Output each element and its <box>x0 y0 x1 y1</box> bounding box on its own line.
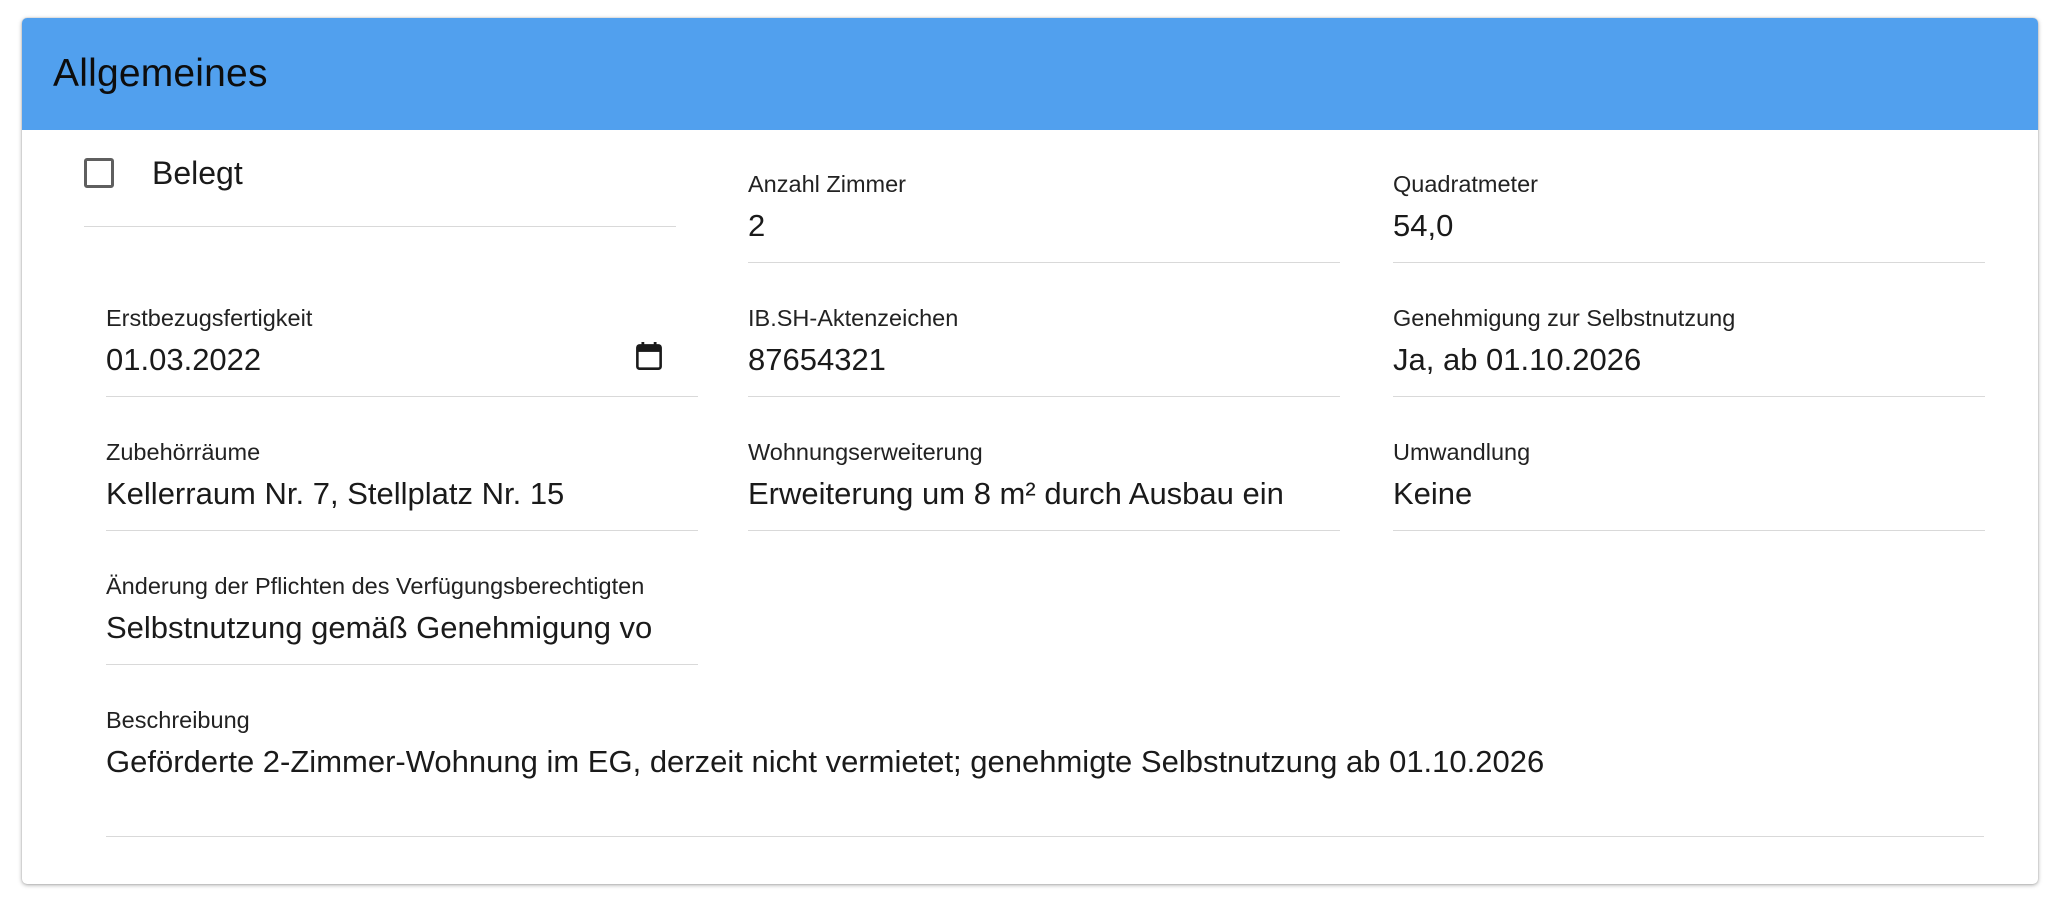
beschreibung-field: Beschreibung <box>106 706 1984 837</box>
quadratmeter-label: Quadratmeter <box>1393 171 1538 197</box>
belegt-label: Belegt <box>152 155 243 191</box>
zubehoerraeume-input[interactable] <box>106 472 666 516</box>
erstbezugsfertigkeit-field: Erstbezugsfertigkeit <box>106 304 698 397</box>
umwandlung-input[interactable] <box>1393 472 1953 516</box>
genehmigung-label: Genehmigung zur Selbstnutzung <box>1393 305 1736 331</box>
erstbezugsfertigkeit-label: Erstbezugsfertigkeit <box>106 305 313 331</box>
wohnungserweiterung-input[interactable] <box>748 472 1308 516</box>
umwandlung-field: Umwandlung <box>1393 438 1985 531</box>
erstbezugsfertigkeit-input[interactable] <box>106 338 586 382</box>
aenderung-pflichten-input[interactable] <box>106 606 666 650</box>
beschreibung-input[interactable] <box>106 740 1966 784</box>
aenderung-pflichten-field: Änderung der Pflichten des Verfügungsber… <box>106 572 698 665</box>
card-header: Allgemeines <box>22 18 2038 130</box>
anzahl-zimmer-field: Anzahl Zimmer <box>748 170 1340 263</box>
aktenzeichen-label: IB.SH-Aktenzeichen <box>748 305 959 331</box>
beschreibung-label: Beschreibung <box>106 707 250 733</box>
aktenzeichen-input[interactable] <box>748 338 1308 382</box>
wohnungserweiterung-label: Wohnungserweiterung <box>748 439 983 465</box>
aenderung-pflichten-label: Änderung der Pflichten des Verfügungsber… <box>106 573 645 599</box>
quadratmeter-input[interactable] <box>1393 204 1953 248</box>
zubehoerraeume-label: Zubehörräume <box>106 439 261 465</box>
anzahl-zimmer-label: Anzahl Zimmer <box>748 171 907 197</box>
quadratmeter-field: Quadratmeter <box>1393 170 1985 263</box>
card-title: Allgemeines <box>53 52 268 95</box>
belegt-checkbox[interactable] <box>84 158 114 188</box>
anzahl-zimmer-input[interactable] <box>748 204 1308 248</box>
genehmigung-field: Genehmigung zur Selbstnutzung <box>1393 304 1985 397</box>
belegt-field[interactable]: Belegt <box>84 134 676 227</box>
umwandlung-label: Umwandlung <box>1393 439 1531 465</box>
calendar-icon[interactable] <box>636 342 662 370</box>
aktenzeichen-field: IB.SH-Aktenzeichen <box>748 304 1340 397</box>
genehmigung-input[interactable] <box>1393 338 1953 382</box>
wohnungserweiterung-field: Wohnungserweiterung <box>748 438 1340 531</box>
zubehoerraeume-field: Zubehörräume <box>106 438 698 531</box>
